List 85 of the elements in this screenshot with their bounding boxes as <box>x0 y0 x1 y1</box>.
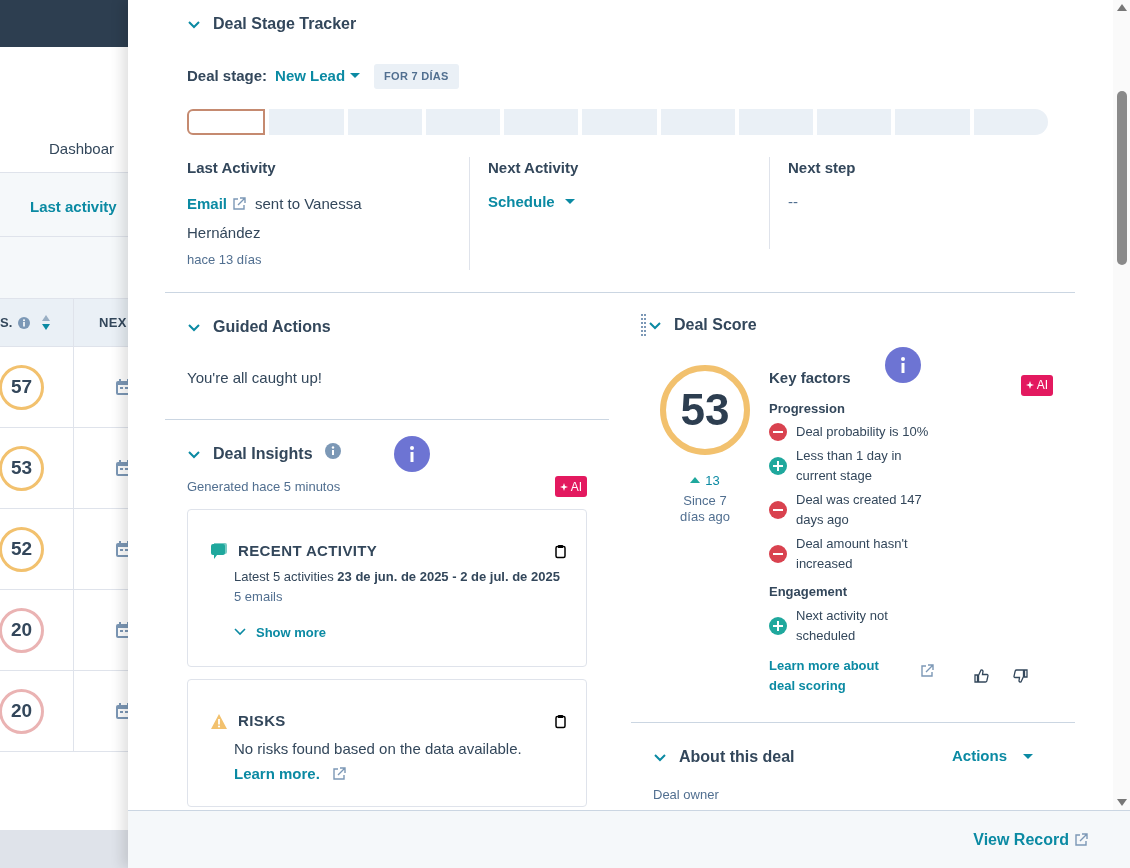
score-ring: 20 <box>0 607 44 653</box>
warning-icon <box>210 712 228 730</box>
learn-more-link[interactable]: Learn more. <box>234 762 346 785</box>
factor-text: Deal probability is 10% <box>796 423 930 441</box>
ai-badge: AI <box>1020 374 1053 396</box>
email-link[interactable]: Email <box>187 189 247 218</box>
duration-badge: FOR 7 DÍAS <box>374 64 459 89</box>
caret-icon[interactable] <box>1023 753 1033 760</box>
plus-icon <box>769 616 787 635</box>
nav-link[interactable]: Dashboar <box>49 137 115 160</box>
actions-dropdown[interactable]: Actions <box>952 745 1033 768</box>
section-title[interactable]: Deal Score <box>674 312 757 337</box>
activity-summary: Email sent to Vanessa Hernández <box>187 189 427 247</box>
stage-dropdown[interactable]: New Lead <box>275 65 361 88</box>
column-title: Next step <box>788 157 856 178</box>
thumbs-down-icon[interactable] <box>1013 668 1028 683</box>
clipboard-icon[interactable] <box>555 543 566 559</box>
card-text: Latest 5 activities 23 de jun. de 2025 - 2 de jul. de 2025 <box>234 567 561 586</box>
score-change: 13 <box>690 470 720 490</box>
scroll-up-icon[interactable] <box>1116 4 1127 11</box>
factor-text: Deal amount hasn't increased <box>796 535 909 573</box>
sort-icon[interactable] <box>42 315 51 330</box>
minus-icon <box>769 501 787 519</box>
scroll-down-icon[interactable] <box>1116 799 1127 806</box>
column-title: Next Activity <box>488 157 580 178</box>
score-ring: 20 <box>0 688 44 734</box>
next-step-value: -- <box>788 192 799 212</box>
stage-segment[interactable] <box>187 108 266 135</box>
view-record-link[interactable]: View Record <box>973 827 1088 852</box>
factor-text: Less than 1 day in current stage <box>796 447 903 485</box>
minus-icon <box>769 423 787 441</box>
drag-handle-icon[interactable] <box>641 313 646 336</box>
factor-text: Next activity not scheduled <box>796 606 889 645</box>
scrollbar-thumb[interactable] <box>1116 91 1127 265</box>
clipboard-icon[interactable] <box>555 713 566 729</box>
section-title[interactable]: Deal Stage Tracker <box>213 12 357 36</box>
column-header[interactable]: S. <box>0 312 13 333</box>
column-header[interactable]: NEX <box>99 312 127 333</box>
field-label: Deal owner <box>653 785 720 804</box>
chat-icon <box>210 542 228 561</box>
card-title: RECENT ACTIVITY <box>238 541 379 561</box>
score-since: Since 7 días ago <box>679 493 731 525</box>
plus-icon <box>769 457 787 475</box>
score-ring: 53 <box>0 445 44 491</box>
sparkle-icon <box>1025 381 1034 389</box>
section-title[interactable]: About this deal <box>679 744 795 769</box>
score-ring: 53 <box>660 364 750 455</box>
external-link-icon[interactable] <box>232 196 247 211</box>
caret-icon[interactable] <box>564 199 575 206</box>
info-marker-icon[interactable] <box>394 436 430 472</box>
sparkle-icon <box>559 482 568 491</box>
info-icon[interactable] <box>18 316 31 329</box>
ai-badge: AI <box>554 476 587 497</box>
card-title: RISKS <box>238 711 287 731</box>
section-title[interactable]: Guided Actions <box>213 314 331 339</box>
section-title[interactable]: Deal Insights <box>213 442 313 466</box>
schedule-dropdown[interactable]: Schedule <box>488 191 575 214</box>
caret-icon[interactable] <box>350 73 361 80</box>
factor-text: Deal was created 147 days ago <box>796 491 923 529</box>
chevron-down-icon[interactable] <box>187 448 201 460</box>
card-detail: 5 emails <box>234 587 284 606</box>
activity-time: hace 13 días <box>187 251 263 269</box>
show-more-button[interactable]: Show more <box>234 622 327 642</box>
info-marker-icon[interactable] <box>885 346 921 383</box>
key-factors-title: Key factors <box>769 367 851 388</box>
up-arrow-icon <box>690 477 701 484</box>
external-link-icon[interactable] <box>920 663 934 678</box>
card-text: No risks found based on the data available. <box>234 738 523 759</box>
learn-more-link[interactable]: Learn more about deal scoring <box>769 655 904 696</box>
chevron-down-icon <box>234 628 246 637</box>
external-link-icon[interactable] <box>1074 832 1088 847</box>
chevron-down-icon[interactable] <box>187 18 201 30</box>
status-message: You're all caught up! <box>187 367 323 388</box>
score-ring: 57 <box>0 364 44 410</box>
filter-link[interactable]: Last activity <box>30 195 117 218</box>
info-icon[interactable] <box>324 443 341 459</box>
generated-time: Generated hace 5 minutos <box>187 477 341 496</box>
factor-group-title: Engagement <box>769 583 848 601</box>
thumbs-up-icon[interactable] <box>974 668 989 683</box>
score-ring: 52 <box>0 526 44 572</box>
stage-label: Deal stage: <box>187 66 268 86</box>
factor-group-title: Progression <box>769 399 846 418</box>
minus-icon <box>769 545 787 563</box>
external-link-icon[interactable] <box>331 766 346 781</box>
column-title: Last Activity <box>187 157 277 178</box>
